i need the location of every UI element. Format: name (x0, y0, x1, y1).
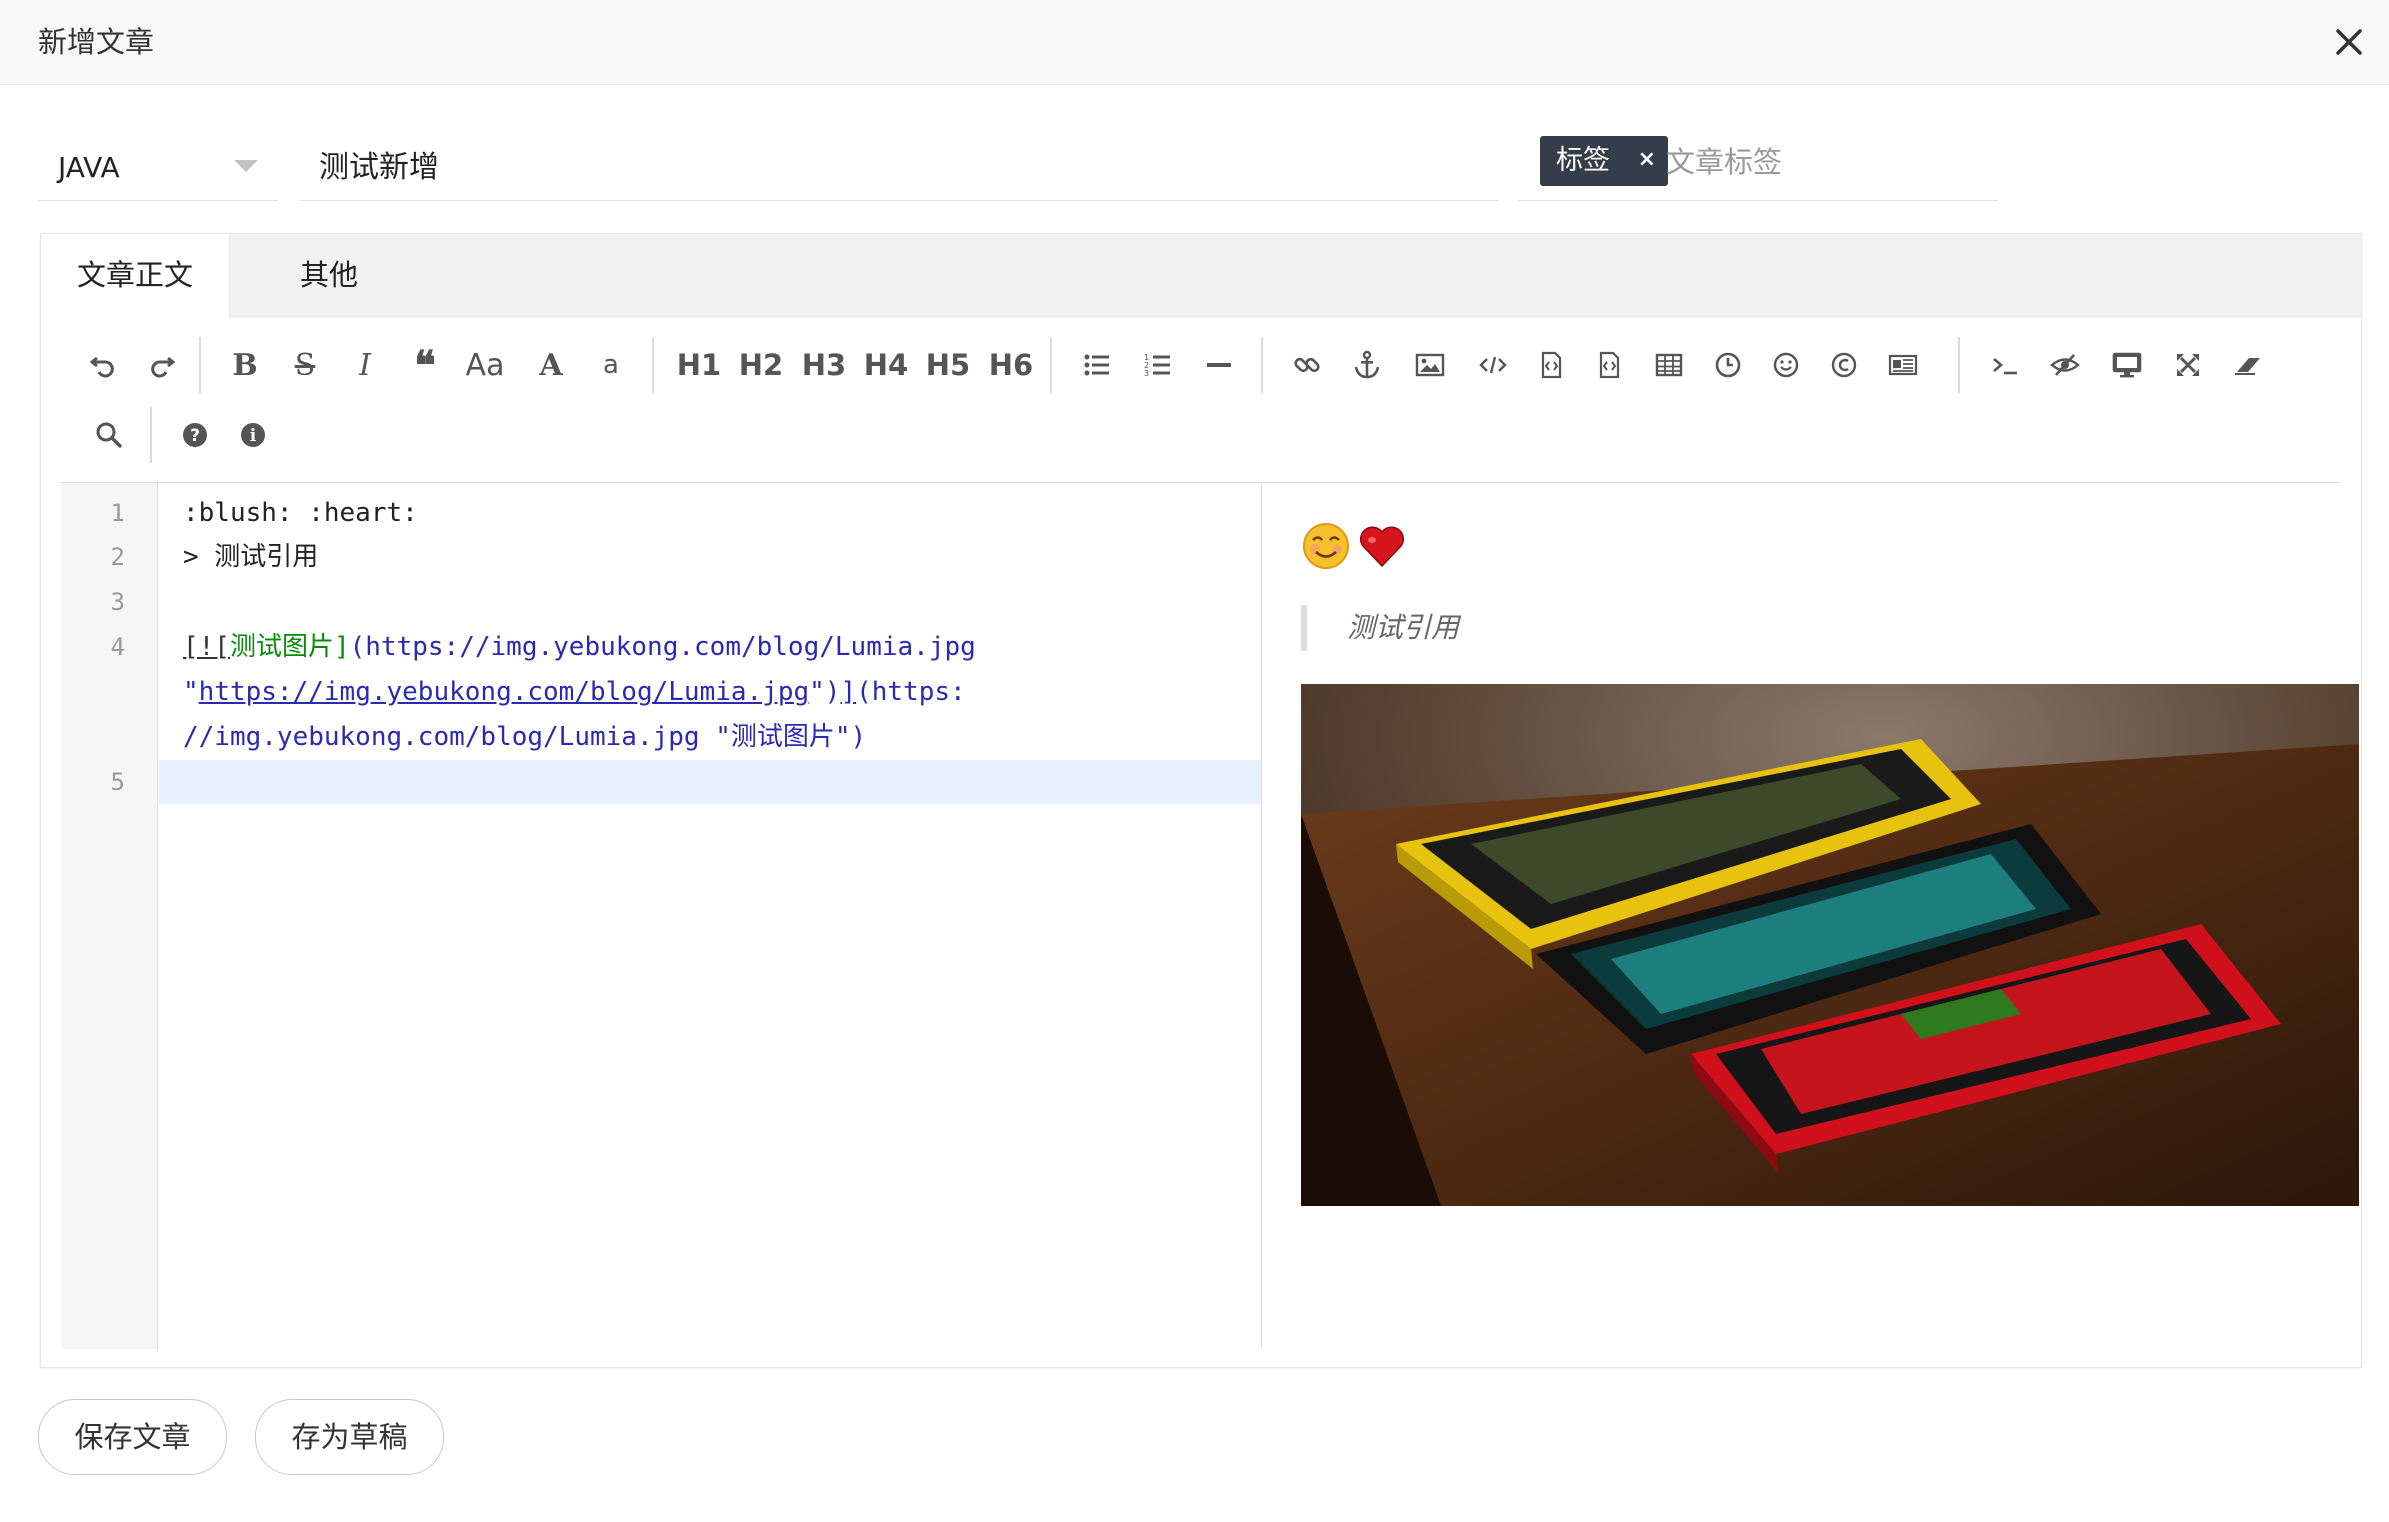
preformatted-code-icon[interactable] (1525, 339, 1577, 391)
line-number: 2 (110, 543, 125, 571)
datetime-icon[interactable] (1702, 339, 1754, 391)
save-draft-button[interactable]: 存为草稿 (255, 1399, 444, 1475)
toolbar-divider (1050, 337, 1052, 393)
category-value: JAVA (58, 151, 120, 184)
undo-icon[interactable] (77, 339, 129, 391)
code-token: [![ (183, 632, 230, 662)
code-token: ] (840, 677, 857, 707)
code-line-4-wrap-2: //img.yebukong.com/blog/Lumia.jpg "测试图片"… (183, 722, 867, 752)
chevron-down-icon (234, 160, 258, 172)
h6-button[interactable]: H6 (985, 339, 1037, 391)
clear-icon[interactable] (2222, 339, 2274, 391)
code-icon[interactable] (1467, 339, 1519, 391)
unordered-list-icon[interactable] (1071, 339, 1123, 391)
italic-icon[interactable]: I (339, 339, 391, 391)
html-entities-icon[interactable] (1818, 339, 1870, 391)
h5-button[interactable]: H5 (922, 339, 974, 391)
table-icon[interactable] (1643, 339, 1695, 391)
title-input[interactable]: 测试新增 (299, 136, 1499, 201)
goto-line-icon[interactable] (1979, 339, 2031, 391)
h1-button[interactable]: H1 (673, 339, 725, 391)
line-number: 4 (110, 633, 125, 661)
code-token: ") (809, 677, 841, 707)
link-icon[interactable] (1281, 339, 1333, 391)
category-select[interactable]: JAVA (38, 136, 278, 201)
emoji-icon[interactable] (1760, 339, 1812, 391)
h4-button[interactable]: H4 (860, 339, 912, 391)
code-block-icon[interactable] (1583, 339, 1635, 391)
hr-icon[interactable] (1193, 339, 1245, 391)
active-line-highlight (159, 760, 1261, 804)
anchor-icon[interactable] (1341, 339, 1393, 391)
dialog-title: 新增文章 (38, 25, 155, 59)
tag-chip: 标签 × (1540, 136, 1668, 186)
dialog-header: 新增文章 (0, 0, 2389, 85)
tag-placeholder: 文章标签 (1666, 145, 1783, 179)
editor-toolbar: B S I ❝ Aa A a H1 H2 H3 H4 H5 H6 123 ? i (41, 317, 2361, 467)
code-line-2: > 测试引用 (183, 542, 319, 572)
title-value: 测试新增 (319, 150, 439, 185)
line-number: 1 (110, 499, 125, 527)
help-icon[interactable]: ? (169, 409, 221, 461)
image-icon[interactable] (1404, 339, 1456, 391)
toolbar-divider (199, 337, 201, 393)
save-article-button[interactable]: 保存文章 (38, 1399, 227, 1475)
line-number: 5 (110, 768, 125, 796)
code-token: 测试图片 (229, 632, 334, 662)
ordered-list-icon[interactable]: 123 (1132, 339, 1184, 391)
preview-icon[interactable] (2101, 339, 2153, 391)
tab-panel: 文章正文 其他 B S I ❝ Aa A a H1 H2 H3 H4 H5 H6… (40, 233, 2362, 1368)
tag-input[interactable]: 标签 × 文章标签 (1518, 136, 1998, 201)
markdown-preview: 测试引用 (1263, 483, 2359, 1349)
search-icon[interactable] (83, 409, 135, 461)
close-icon[interactable] (2327, 20, 2371, 64)
pagebreak-icon[interactable] (1877, 339, 1929, 391)
strikethrough-icon[interactable]: S (279, 339, 331, 391)
tab-content[interactable]: 文章正文 (41, 234, 230, 317)
watch-toggle-icon[interactable] (2039, 339, 2091, 391)
line-number-gutter: 1 2 3 4 5 (61, 483, 158, 1349)
toolbar-divider (1261, 337, 1263, 393)
toolbar-divider (652, 337, 654, 393)
code-token: " (183, 677, 199, 707)
code-line-4-wrap-1: "https://img.yebukong.com/blog/Lumia.jpg… (183, 670, 966, 714)
h3-button[interactable]: H3 (798, 339, 850, 391)
tab-other[interactable]: 其他 (269, 234, 389, 316)
lowercase-icon[interactable]: a (585, 339, 637, 391)
toolbar-divider (150, 407, 152, 463)
heart-emoji-icon (1357, 521, 1407, 571)
code-token: ] (333, 632, 350, 662)
lumia-phones-image (1301, 684, 2359, 1206)
tag-remove-icon[interactable]: × (1638, 144, 1656, 176)
svg-text:?: ? (190, 426, 200, 446)
svg-text:3: 3 (1144, 369, 1149, 378)
uppercase-first-icon[interactable]: A (525, 339, 577, 391)
line-number: 3 (110, 588, 125, 616)
code-token: (https: (856, 677, 966, 707)
fullscreen-icon[interactable] (2162, 339, 2214, 391)
code-line-4: [![测试图片](https://img.yebukong.com/blog/L… (183, 625, 976, 669)
h2-button[interactable]: H2 (735, 339, 787, 391)
code-area[interactable]: :blush: :heart: > 测试引用 [![测试图片](https://… (159, 483, 1262, 1349)
code-token: (https://img.yebukong.com/blog/Lumia.jpg (349, 632, 976, 662)
code-token: https://img.yebukong.com/blog/Lumia.jpg (198, 677, 810, 707)
uppercase-icon[interactable]: Aa (459, 339, 511, 391)
redo-icon[interactable] (136, 339, 188, 391)
svg-text:i: i (250, 426, 257, 446)
code-line-1: :blush: :heart: (183, 498, 418, 528)
tag-chip-label: 标签 (1556, 145, 1610, 176)
markdown-editor: 1 2 3 4 5 :blush: :heart: > 测试引用 [![测试图片… (61, 482, 2359, 1349)
toolbar-divider (1958, 337, 1960, 393)
quote-icon[interactable]: ❝ (399, 339, 451, 391)
tab-bar: 文章正文 其他 (41, 234, 2361, 317)
bold-icon[interactable]: B (219, 339, 271, 391)
preview-blockquote: 测试引用 (1301, 605, 1459, 651)
blush-emoji-icon (1301, 521, 1351, 571)
info-icon[interactable]: i (227, 409, 279, 461)
